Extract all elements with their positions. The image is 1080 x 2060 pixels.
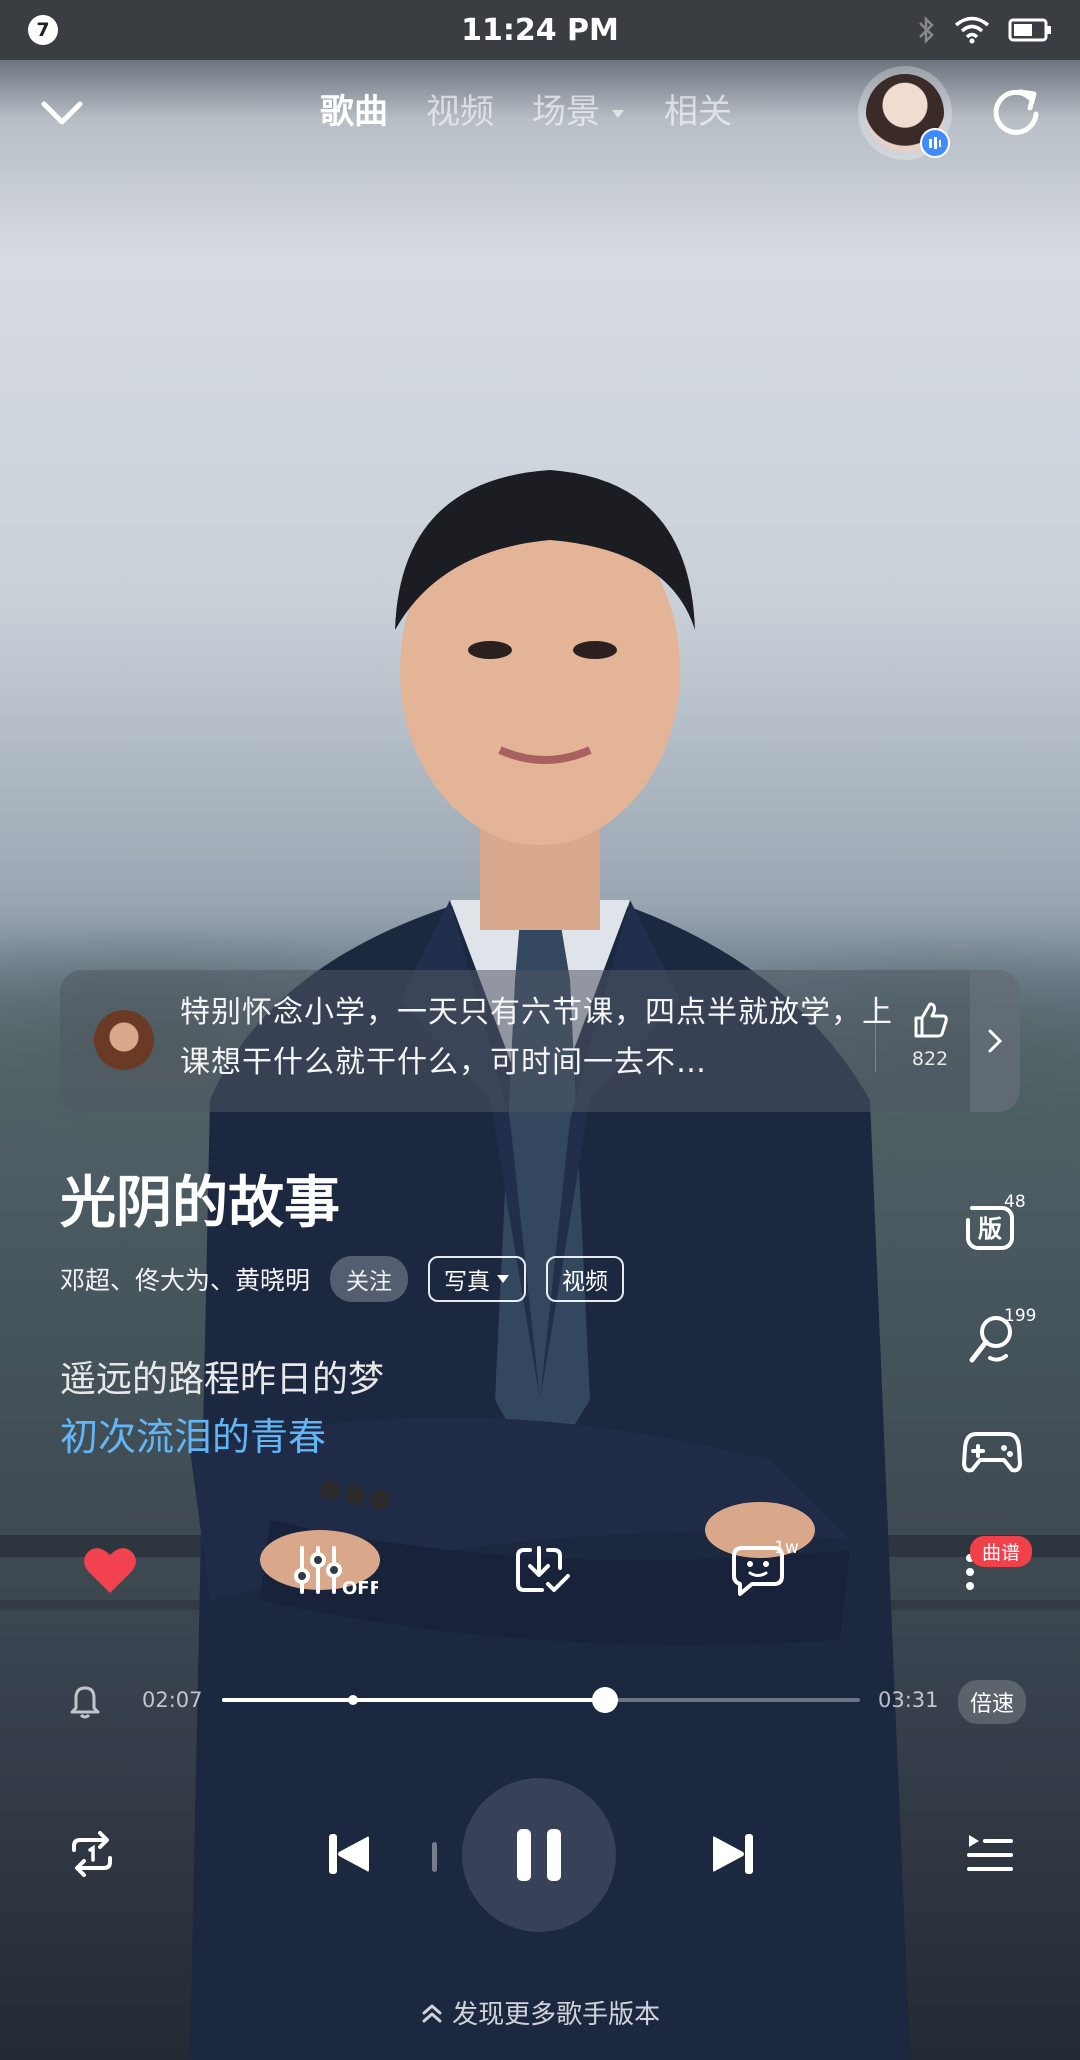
- playlist-icon: [967, 1835, 1013, 1871]
- commenter-avatar[interactable]: [94, 1010, 154, 1070]
- playlist-button[interactable]: [958, 1822, 1022, 1886]
- download-button[interactable]: [510, 1538, 574, 1602]
- like-heart-button[interactable]: [78, 1538, 142, 1602]
- previous-track-button[interactable]: [316, 1822, 380, 1886]
- status-bar: 7 11:24 PM: [0, 0, 1080, 60]
- skip-previous-icon: [329, 1834, 369, 1874]
- caret-down-icon: [497, 1275, 510, 1283]
- equalizer-state: OFF: [342, 1578, 378, 1598]
- equalizer-button[interactable]: OFF: [294, 1538, 378, 1602]
- progress-marker: [347, 1695, 358, 1705]
- divider: [432, 1842, 437, 1872]
- artist-names[interactable]: 邓超、佟大为、黄晓明: [60, 1261, 310, 1297]
- playback-controls: [0, 1778, 1080, 1932]
- score-badge[interactable]: 曲谱: [970, 1536, 1033, 1567]
- tab-song[interactable]: 歌曲: [320, 84, 388, 133]
- tab-related[interactable]: 相关: [664, 84, 732, 133]
- battery-icon: [1008, 18, 1051, 42]
- heart-icon: [84, 1548, 136, 1593]
- bell-alarm-icon[interactable]: [66, 1680, 104, 1720]
- collapse-chevron-down-icon[interactable]: [36, 86, 88, 138]
- song-title: 光阴的故事: [60, 1171, 340, 1236]
- wifi-icon: [954, 16, 990, 44]
- like-count: 822: [911, 1048, 949, 1070]
- hot-comment-card[interactable]: 特别怀念小学，一天只有六节课，四点半就放学，上课想干什么就干什么，可时间一去不……: [60, 970, 1020, 1112]
- tab-video[interactable]: 视频: [426, 84, 494, 133]
- tab-scene[interactable]: 场景: [532, 84, 626, 133]
- repeat-one-icon: [72, 1831, 112, 1877]
- version-count: 48: [1004, 1192, 1026, 1212]
- lyric-line-previous[interactable]: 遥远的路程昨日的梦: [60, 1350, 384, 1402]
- comment-like-button[interactable]: 822: [900, 1000, 960, 1070]
- progress-knob[interactable]: [591, 1687, 618, 1713]
- tab-bar: 歌曲 视频 场景 相关: [320, 84, 732, 133]
- lyric-line-current[interactable]: 初次流泪的青春: [60, 1406, 326, 1461]
- tab-scene-label: 场景: [532, 92, 600, 132]
- photo-label: 写真: [444, 1269, 491, 1295]
- skip-next-icon: [713, 1834, 753, 1874]
- game-button[interactable]: [962, 1426, 1022, 1486]
- pause-icon: [517, 1829, 561, 1881]
- equalizer-off-icon: OFF: [294, 1546, 378, 1598]
- artist-row: 邓超、佟大为、黄晓明 关注 写真 视频: [60, 1256, 644, 1302]
- version-label: 版: [978, 1215, 1002, 1243]
- follow-button[interactable]: 关注: [330, 1256, 409, 1302]
- divider: [875, 1012, 876, 1072]
- download-check-icon: [516, 1546, 570, 1592]
- pause-button[interactable]: [462, 1778, 616, 1932]
- status-icons: [916, 15, 1052, 45]
- chevron-right-icon: [988, 1029, 1003, 1053]
- listening-badge-icon: [920, 128, 950, 158]
- thumbs-up-icon: [914, 1002, 948, 1038]
- double-chevron-up-icon: [422, 2004, 442, 2022]
- listener-avatar[interactable]: [858, 66, 952, 160]
- top-navigation: 歌曲 视频 场景 相关: [0, 60, 1080, 160]
- progress-row: 02:07 03:31 倍速: [0, 1680, 1080, 1724]
- video-button[interactable]: 视频: [546, 1256, 625, 1302]
- repeat-one-button[interactable]: [60, 1822, 124, 1886]
- discover-label: 发现更多歌手版本: [452, 2000, 661, 2030]
- progress-slider[interactable]: [222, 1687, 860, 1713]
- photo-button[interactable]: 写真: [428, 1256, 527, 1302]
- gamepad-icon: [962, 1432, 1022, 1473]
- caret-down-icon: [612, 109, 624, 118]
- comment-text: 特别怀念小学，一天只有六节课，四点半就放学，上课想干什么就干什么，可时间一去不…: [180, 995, 893, 1080]
- discover-more-versions[interactable]: 发现更多歌手版本: [0, 1994, 1080, 2031]
- elapsed-time: 02:07: [142, 1688, 203, 1712]
- status-time: 11:24 PM: [461, 12, 619, 48]
- next-track-button[interactable]: [702, 1822, 766, 1886]
- notification-count-badge: 7: [28, 15, 58, 45]
- progress-fill: [222, 1698, 605, 1702]
- action-bar: OFF 1w: [0, 1538, 1080, 1602]
- playback-speed-button[interactable]: 倍速: [958, 1680, 1027, 1724]
- bluetooth-icon: [919, 15, 934, 45]
- comment-more-arrow[interactable]: [970, 970, 1020, 1112]
- comment-count: 1w: [774, 1538, 799, 1558]
- total-duration: 03:31: [878, 1688, 939, 1712]
- share-icon[interactable]: [990, 84, 1044, 138]
- karaoke-count: 199: [1004, 1306, 1037, 1326]
